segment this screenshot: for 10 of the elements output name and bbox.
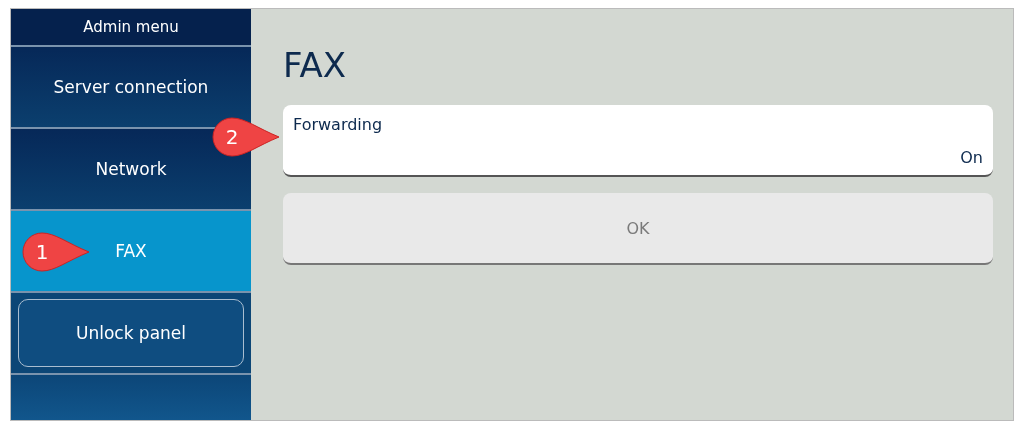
setting-value: On <box>960 148 983 167</box>
setting-label: Forwarding <box>293 115 383 134</box>
unlock-panel-button[interactable]: Unlock panel <box>18 299 244 367</box>
menu-item[interactable]: Server connection <box>11 47 251 129</box>
menu-item[interactable] <box>11 375 251 420</box>
callout-marker: 2 <box>211 116 281 158</box>
setting-row[interactable]: Forwarding On <box>283 105 993 177</box>
page-title: FAX <box>283 45 347 85</box>
menu-title: Admin menu <box>11 9 251 47</box>
callout-marker: 1 <box>21 231 91 273</box>
